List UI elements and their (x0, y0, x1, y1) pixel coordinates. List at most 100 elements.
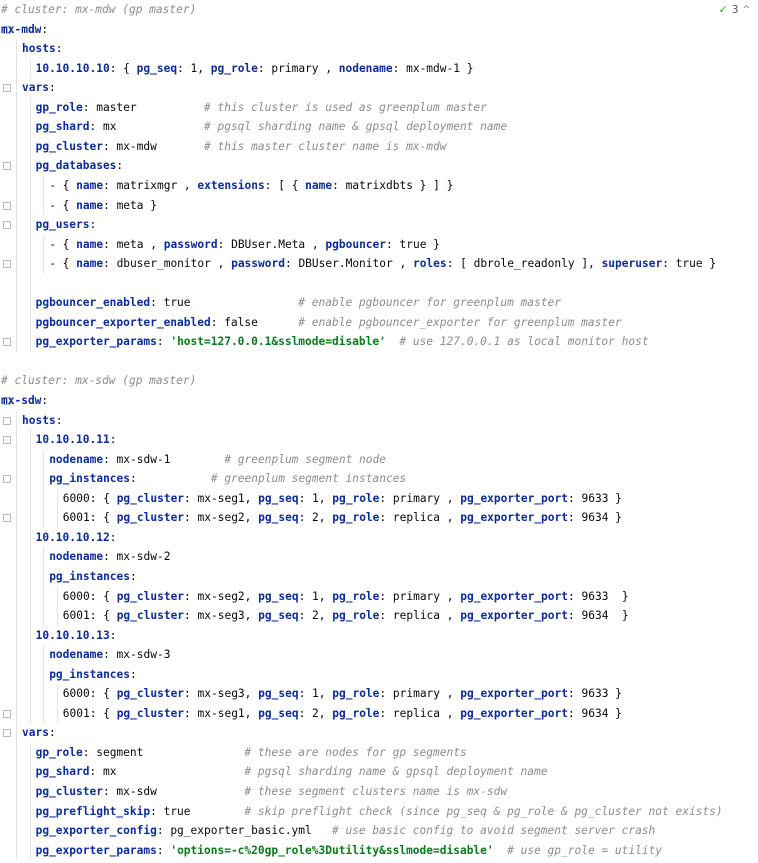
indent-guide (43, 254, 45, 274)
code-line[interactable]: nodename: mx-sdw-2 (0, 547, 758, 567)
yaml-value: : dbuser_monitor , (103, 257, 232, 271)
yaml-value: : primary , (379, 687, 461, 701)
indent-guide (16, 195, 17, 216)
indent-guide (56, 684, 58, 704)
code-line[interactable]: pg_cluster: mx-mdw # this master cluster… (0, 136, 758, 157)
yaml-value: : mx-mdw (102, 139, 204, 153)
code-line[interactable]: pgbouncer_enabled: true # enable pgbounc… (0, 293, 758, 313)
code-line[interactable]: - { name: matrixmgr , extensions: [ { na… (0, 175, 758, 196)
code-line[interactable]: # cluster: mx-sdw (gp master) (0, 371, 758, 391)
code-line[interactable]: hosts: (0, 410, 758, 431)
yaml-comment: # pgsql sharding name & gpsql deployment… (244, 765, 548, 779)
indent-guide (29, 703, 31, 724)
indent-guide (56, 586, 58, 607)
fold-marker-icon[interactable] (3, 84, 11, 93)
code-line[interactable] (0, 352, 758, 372)
yaml-value: : mx-seg3, (184, 609, 259, 623)
code-line[interactable]: 6001: { pg_cluster: mx-seg2, pg_seq: 2, … (0, 508, 758, 528)
fold-marker-icon[interactable] (3, 416, 11, 425)
yaml-key: pg_exporter_config (35, 824, 157, 838)
code-line[interactable]: nodename: mx-sdw-1 # greenplum segment n… (0, 449, 758, 470)
code-text: pgbouncer_enabled: true # enable pgbounc… (36, 293, 561, 313)
code-line[interactable]: gp_role: master # this cluster is used a… (0, 97, 758, 118)
code-line[interactable]: 10.10.10.10: { pg_seq: 1, pg_role: prima… (0, 58, 758, 79)
indent-guide (16, 136, 17, 157)
code-text: pg_instances: (49, 567, 137, 587)
code-line[interactable]: mx-sdw: (0, 391, 758, 411)
code-line[interactable]: pg_exporter_params: 'host=127.0.0.1&sslm… (0, 332, 758, 352)
code-text: pgbouncer_exporter_enabled: false # enab… (36, 313, 622, 333)
fold-marker-icon[interactable] (3, 201, 11, 210)
indent-guide (16, 527, 17, 548)
yaml-key: pg_exporter_params (35, 335, 157, 349)
yaml-value: : mx-seg2, (184, 589, 259, 603)
code-line[interactable]: pg_databases: (0, 156, 758, 176)
code-line[interactable]: pgbouncer_exporter_enabled: false # enab… (0, 312, 758, 333)
yaml-key: pgbouncer_exporter_enabled (35, 315, 211, 329)
fold-marker-icon[interactable] (3, 260, 11, 269)
code-line[interactable]: # cluster: mx-mdw (gp master) (0, 0, 758, 20)
code-line[interactable]: 6001: { pg_cluster: mx-seg1, pg_seq: 2, … (0, 703, 758, 724)
code-line[interactable]: nodename: mx-sdw-3 (0, 645, 758, 665)
fold-marker-icon[interactable] (3, 162, 11, 171)
code-line[interactable]: 10.10.10.12: (0, 527, 758, 548)
code-line[interactable]: pg_cluster: mx-sdw # these segment clust… (0, 782, 758, 802)
yaml-value: : (109, 530, 117, 544)
indent-guide (16, 156, 17, 176)
code-text: - { name: dbuser_monitor , password: DBU… (49, 254, 716, 274)
code-line[interactable]: pg_instances: # greenplum segment instan… (0, 469, 758, 489)
code-editor[interactable]: ✓ 3 ^ # cluster: mx-mdw (gp master) mx-md… (0, 0, 758, 863)
code-text: # cluster: mx-mdw (gp master) (1, 0, 196, 20)
code-line[interactable]: - { name: meta , password: DBUser.Meta ,… (0, 234, 758, 255)
fold-marker-icon[interactable] (3, 436, 11, 445)
code-line[interactable]: pg_exporter_params: 'options=-c%20gp_rol… (0, 840, 758, 861)
code-line[interactable]: vars: (0, 78, 758, 98)
indent-guide (16, 430, 17, 450)
code-line[interactable]: 6000: { pg_cluster: mx-seg3, pg_seq: 1, … (0, 684, 758, 704)
yaml-key: pg_role (332, 706, 380, 720)
code-line[interactable]: mx-mdw: (0, 20, 758, 40)
code-line[interactable]: pg_instances: (0, 566, 758, 587)
code-line[interactable]: - { name: dbuser_monitor , password: DBU… (0, 254, 758, 274)
fold-marker-icon[interactable] (3, 475, 11, 484)
yaml-key: mx-sdw (1, 394, 42, 407)
code-line[interactable]: vars: (0, 723, 758, 743)
code-line[interactable]: pg_exporter_config: pg_exporter_basic.ym… (0, 821, 758, 841)
fold-marker-icon[interactable] (3, 729, 11, 738)
yaml-value: : { (109, 61, 137, 75)
code-text: 10.10.10.11: (36, 430, 117, 450)
code-line[interactable]: pg_instances: (0, 664, 758, 685)
yaml-key: pg_instances (49, 569, 131, 583)
code-line[interactable]: - { name: meta } (0, 195, 758, 216)
fold-marker-icon[interactable] (3, 709, 11, 718)
code-line[interactable]: 6000: { pg_cluster: mx-seg2, pg_seq: 1, … (0, 586, 758, 607)
indent-guide (43, 664, 45, 685)
code-line[interactable]: gp_role: segment # these are nodes for g… (0, 742, 758, 763)
yaml-value: : 2, (298, 511, 333, 525)
code-line[interactable]: 6000: { pg_cluster: mx-seg1, pg_seq: 1, … (0, 488, 758, 509)
yaml-value: : 9634 } (568, 706, 622, 720)
code-line[interactable]: pg_users: (0, 215, 758, 235)
code-line[interactable]: 10.10.10.11: (0, 430, 758, 450)
yaml-value: : (89, 218, 97, 232)
fold-marker-icon[interactable] (3, 221, 11, 230)
code-line[interactable] (0, 273, 758, 294)
indent-guide (29, 684, 31, 704)
indent-guide (16, 78, 17, 98)
indent-guide (29, 175, 31, 196)
code-line[interactable]: hosts: (0, 39, 758, 59)
code-line[interactable]: pg_shard: mx # pgsql sharding name & gps… (0, 762, 758, 783)
fold-marker-icon[interactable] (3, 338, 11, 347)
yaml-value: : (55, 42, 63, 56)
code-line[interactable]: pg_shard: mx # pgsql sharding name & gps… (0, 117, 758, 137)
code-text: pg_shard: mx # pgsql sharding name & gps… (36, 117, 508, 137)
code-text: pg_users: (36, 215, 97, 235)
indent-guide (16, 801, 17, 822)
code-line[interactable]: 10.10.10.13: (0, 625, 758, 646)
indent-guide (16, 566, 17, 587)
code-line[interactable]: pg_preflight_skip: true # skip preflight… (0, 801, 758, 822)
code-line[interactable]: 6001: { pg_cluster: mx-seg3, pg_seq: 2, … (0, 606, 758, 626)
code-text: 6001: { pg_cluster: mx-seg1, pg_seq: 2, … (63, 704, 622, 724)
fold-marker-icon[interactable] (3, 514, 11, 523)
yaml-value: : (55, 413, 63, 427)
